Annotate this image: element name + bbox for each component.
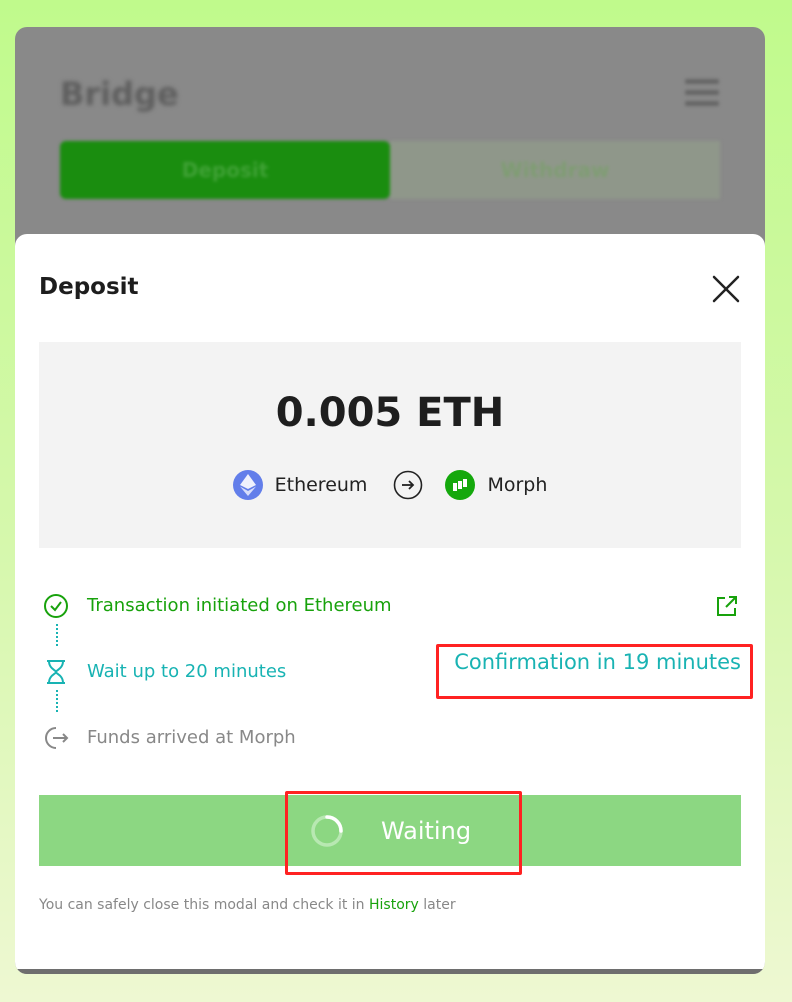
bridge-title: Bridge — [60, 75, 179, 113]
footnote: You can safely close this modal and chec… — [39, 897, 456, 913]
step-connector — [56, 690, 58, 712]
from-chain-label: Ethereum — [274, 474, 368, 496]
ethereum-icon — [232, 470, 263, 500]
progress-steps: Transaction initiated on Ethereum Wait u… — [15, 574, 765, 774]
bridge-panel: Bridge Deposit Withdraw Deposit 0.005 ET… — [15, 27, 765, 974]
to-chain-label: Morph — [487, 474, 548, 496]
step-arrived: Funds arrived at Morph — [87, 727, 296, 748]
external-link-icon[interactable] — [715, 594, 739, 618]
tab-withdraw[interactable]: Withdraw — [390, 141, 720, 199]
deposit-amount: 0.005 ETH — [275, 390, 505, 436]
hourglass-icon — [47, 660, 65, 684]
footnote-prefix: You can safely close this modal and chec… — [39, 897, 365, 913]
highlight-box — [436, 644, 753, 699]
close-icon[interactable] — [709, 272, 743, 306]
step-initiated: Transaction initiated on Ethereum — [87, 595, 392, 616]
footnote-suffix: later — [423, 897, 456, 913]
check-circle-icon — [44, 594, 68, 618]
modal-title: Deposit — [39, 274, 139, 300]
bridge-tabs: Deposit Withdraw — [60, 141, 720, 199]
chain-route: Ethereum Morph — [39, 470, 741, 500]
highlight-box — [285, 791, 522, 875]
deposit-modal: Deposit 0.005 ETH Ethereum Morph Transac… — [15, 234, 765, 974]
morph-icon — [445, 470, 476, 500]
menu-icon[interactable] — [685, 79, 719, 111]
step-connector — [56, 624, 58, 646]
step-wait: Wait up to 20 minutes — [87, 661, 287, 682]
tab-deposit[interactable]: Deposit — [60, 141, 390, 199]
exit-arrow-icon — [45, 727, 69, 749]
history-link[interactable]: History — [369, 897, 419, 913]
amount-card: 0.005 ETH Ethereum Morph — [39, 342, 741, 548]
arrow-right-circle-icon — [394, 470, 423, 500]
